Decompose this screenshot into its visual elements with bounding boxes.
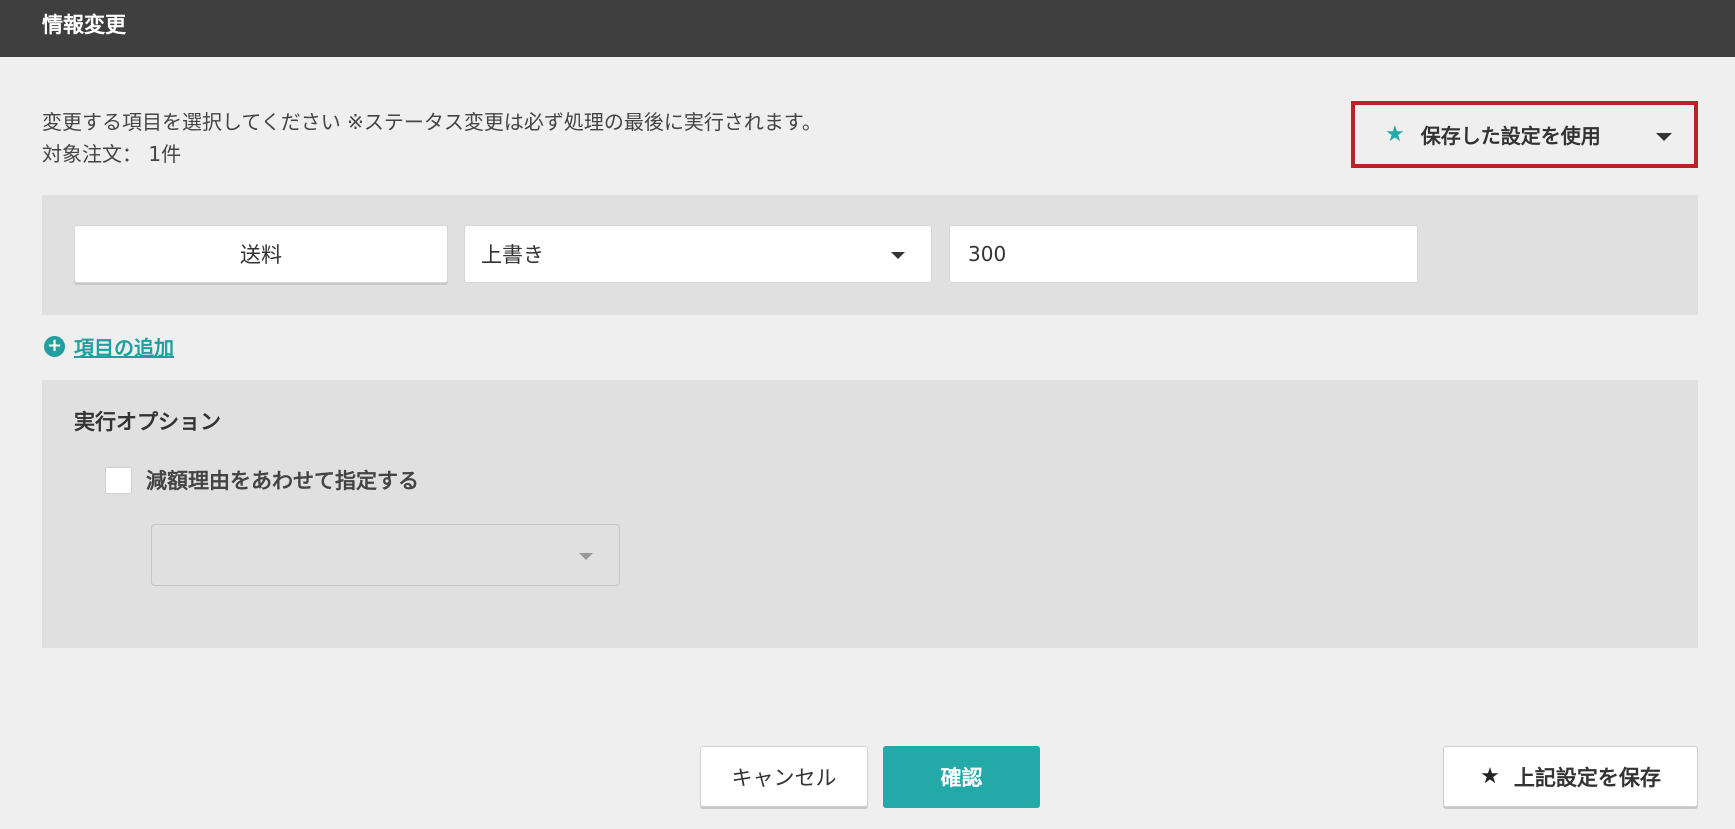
target-order-count: 対象注文： 1件 (42, 142, 182, 166)
caret-down-icon (1656, 133, 1672, 141)
star-icon: ★ (1480, 764, 1500, 789)
reduction-reason-select[interactable] (151, 524, 620, 586)
field-select-label: 送料 (240, 243, 282, 267)
save-settings-button[interactable]: ★ 上記設定を保存 (1443, 746, 1698, 807)
add-item-label: 項目の追加 (74, 336, 174, 360)
exec-options-panel (42, 380, 1698, 648)
mode-select-value: 上書き (481, 243, 544, 267)
cancel-button[interactable]: キャンセル (700, 746, 868, 807)
instructions: 変更する項目を選択してください ※ステータス変更は必ず処理の最後に実行されます。… (42, 106, 822, 170)
caret-down-icon (891, 252, 905, 259)
instructions-text: 変更する項目を選択してください ※ステータス変更は必ず処理の最後に実行されます。 (42, 110, 822, 134)
save-settings-label: 上記設定を保存 (1513, 765, 1661, 790)
use-saved-settings-dropdown[interactable]: ★ 保存した設定を使用 (1351, 101, 1698, 168)
add-item-link[interactable]: + 項目の追加 (44, 332, 174, 361)
star-icon: ★ (1385, 122, 1405, 147)
caret-down-icon (579, 553, 593, 560)
confirm-button[interactable]: 確認 (883, 746, 1040, 808)
field-select-button[interactable]: 送料 (74, 225, 448, 283)
exec-options-heading: 実行オプション (74, 410, 221, 434)
reduction-reason-checkbox[interactable] (105, 466, 132, 494)
dialog-titlebar: 情報変更 (0, 0, 1735, 57)
value-input[interactable] (949, 225, 1418, 283)
use-saved-settings-label: 保存した設定を使用 (1420, 124, 1601, 148)
reduction-reason-option: 減額理由をあわせて指定する (105, 465, 419, 495)
mode-select[interactable]: 上書き (464, 225, 932, 283)
plus-circle-icon: + (44, 336, 65, 357)
reduction-reason-label: 減額理由をあわせて指定する (146, 469, 419, 493)
cancel-button-label: キャンセル (731, 765, 837, 790)
confirm-button-label: 確認 (940, 766, 983, 790)
dialog-title: 情報変更 (42, 13, 126, 37)
